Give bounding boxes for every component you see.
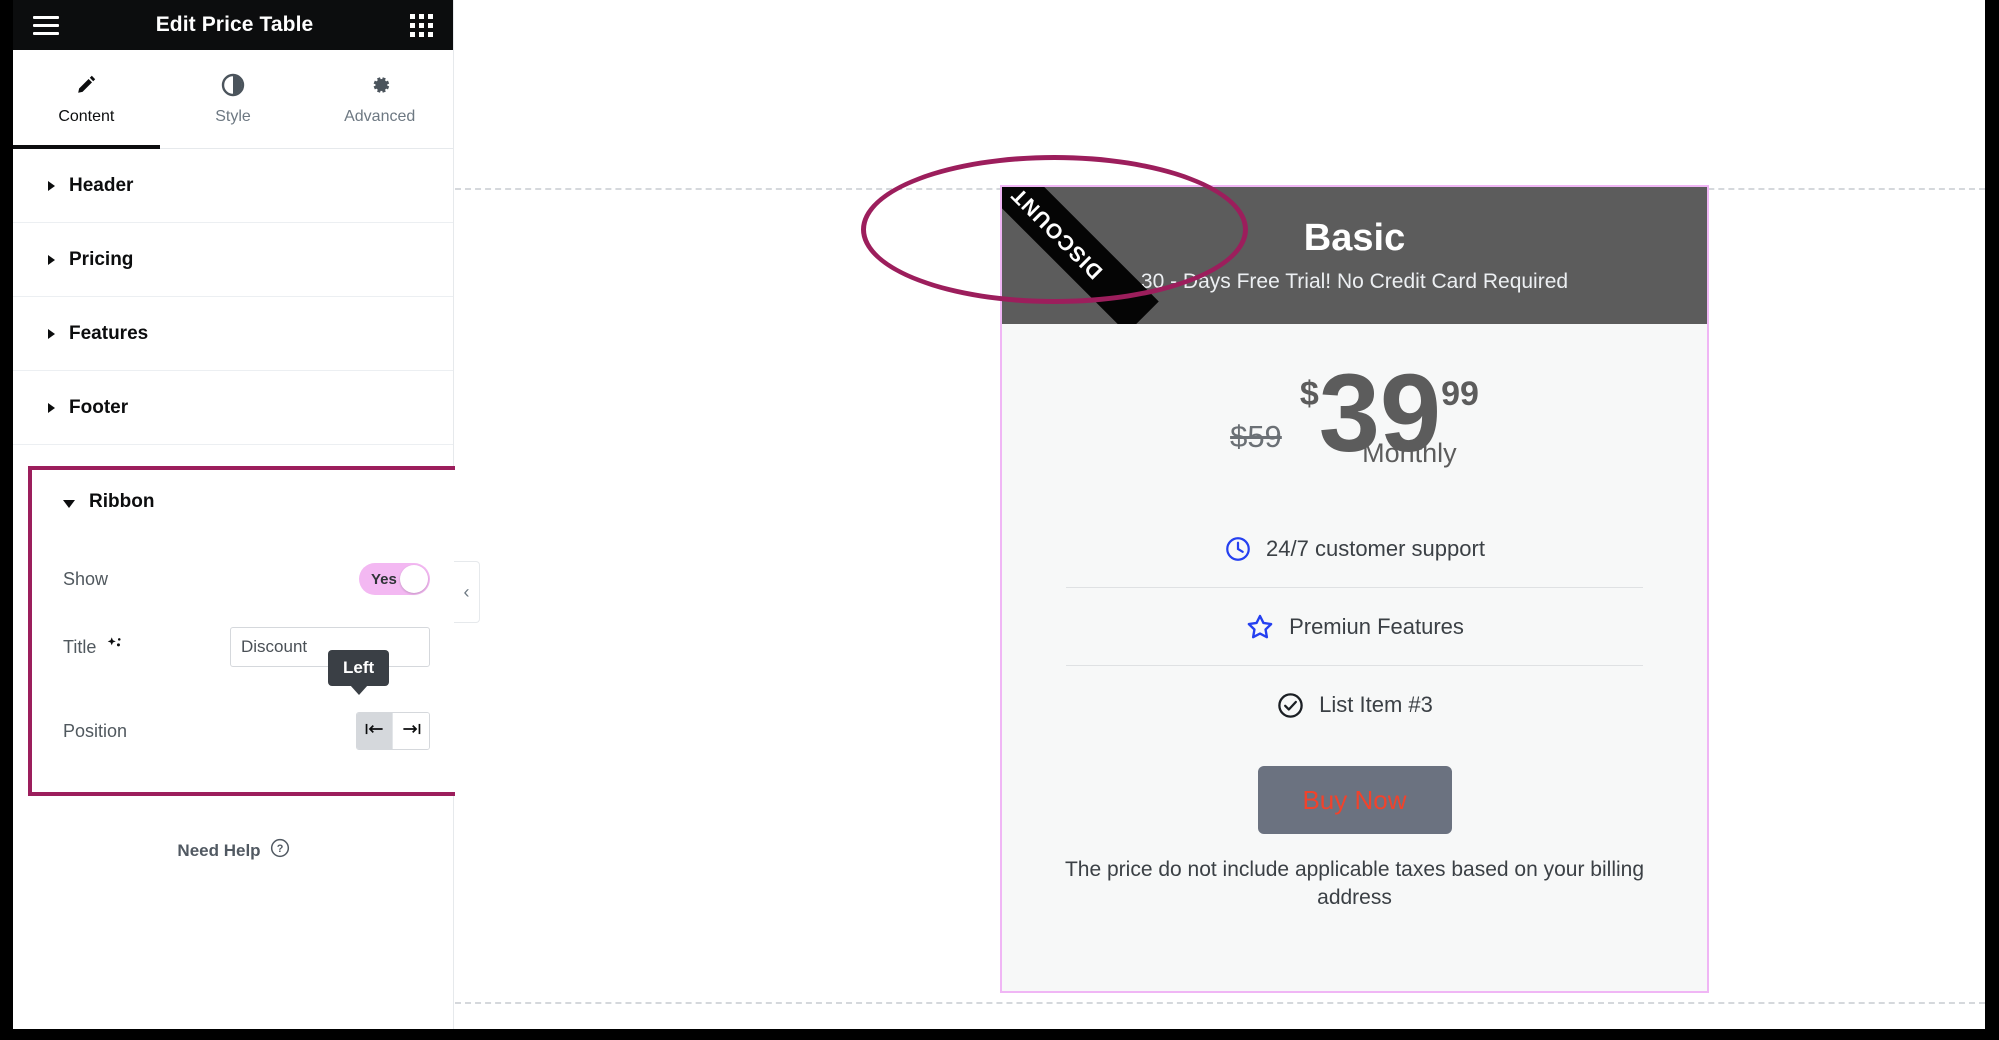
price-card-heading: Basic bbox=[1303, 217, 1406, 259]
buy-now-button[interactable]: Buy Now bbox=[1257, 766, 1452, 834]
price-card-header: DISCOUNT Basic 30 - Days Free Trial! No … bbox=[1002, 187, 1707, 324]
chevron-left-icon: ‹ bbox=[463, 581, 470, 602]
screen-frame: Edit Price Table Content Style Advanced … bbox=[0, 0, 1999, 1040]
gear-icon bbox=[368, 73, 392, 97]
editor-canvas: + + DISCOUNT Basic 30 - Days Free Trial!… bbox=[455, 0, 1985, 1029]
ribbon-title-label-text: Title bbox=[63, 636, 97, 657]
star-outline-icon bbox=[1245, 612, 1275, 642]
ribbon-show-value: Yes bbox=[371, 570, 397, 588]
section-pricing-label: Pricing bbox=[69, 248, 134, 270]
position-tooltip: Left bbox=[328, 650, 390, 686]
tab-advanced-label: Advanced bbox=[344, 107, 416, 125]
discount-ribbon: DISCOUNT bbox=[1002, 187, 1159, 324]
section-pricing[interactable]: Pricing bbox=[13, 223, 453, 297]
ribbon-show-row: Show Yes bbox=[32, 548, 461, 610]
section-guide-bottom bbox=[455, 1002, 1985, 1004]
cta-wrap: Buy Now bbox=[1002, 766, 1707, 834]
chevron-right-icon bbox=[48, 180, 55, 191]
price-period: Monthly bbox=[1362, 437, 1457, 468]
section-footer[interactable]: Footer bbox=[13, 371, 453, 445]
section-features-label: Features bbox=[69, 322, 149, 344]
ribbon-position-choices bbox=[356, 712, 430, 750]
tab-content-label: Content bbox=[58, 107, 115, 125]
question-circle-icon: ? bbox=[270, 838, 290, 863]
need-help-label: Need Help bbox=[177, 840, 261, 860]
clock-icon bbox=[1224, 535, 1252, 563]
toggle-knob bbox=[400, 565, 428, 593]
check-circle-icon bbox=[1276, 691, 1305, 720]
ribbon-position-row: Position bbox=[32, 700, 461, 762]
list-item: 24/7 customer support bbox=[1066, 510, 1643, 588]
need-help-link[interactable]: Need Help ? bbox=[13, 838, 454, 863]
tab-style-label: Style bbox=[215, 107, 251, 125]
price-card-footer-note: The price do not include applicable taxe… bbox=[1064, 858, 1645, 910]
price-block: $59 $ 39 99 Monthly bbox=[1002, 324, 1707, 504]
section-header[interactable]: Header bbox=[13, 149, 453, 223]
price-currency: $ bbox=[1299, 375, 1319, 414]
apps-grid-icon[interactable] bbox=[410, 13, 433, 37]
ribbon-show-toggle[interactable]: Yes bbox=[359, 563, 430, 595]
discount-ribbon-label: DISCOUNT bbox=[1007, 187, 1108, 284]
tab-style[interactable]: Style bbox=[160, 50, 307, 148]
position-left-button[interactable] bbox=[357, 713, 393, 749]
list-item-label: Premiun Features bbox=[1289, 613, 1464, 639]
panel-collapse-handle[interactable]: ‹ bbox=[454, 561, 480, 623]
hamburger-icon[interactable] bbox=[33, 11, 59, 40]
pencil-icon bbox=[74, 73, 98, 97]
feature-list: 24/7 customer support Premiun Features L… bbox=[1002, 510, 1707, 744]
ribbon-show-label: Show bbox=[63, 568, 109, 589]
tab-content[interactable]: Content bbox=[13, 50, 160, 149]
ai-sparkle-icon[interactable] bbox=[105, 635, 124, 659]
page-title: Edit Price Table bbox=[155, 13, 314, 36]
section-header-label: Header bbox=[69, 174, 134, 196]
align-right-icon bbox=[400, 721, 422, 742]
section-ribbon-label: Ribbon bbox=[89, 491, 155, 512]
align-left-icon bbox=[364, 721, 386, 742]
panel-header: Edit Price Table bbox=[13, 0, 453, 50]
svg-text:?: ? bbox=[276, 843, 283, 855]
contrast-circle-icon bbox=[221, 73, 245, 97]
list-item: List Item #3 bbox=[1066, 666, 1643, 744]
editor-viewport: Edit Price Table Content Style Advanced … bbox=[13, 0, 1985, 1029]
position-right-button[interactable] bbox=[393, 713, 429, 749]
section-footer-label: Footer bbox=[69, 396, 129, 418]
price-table-widget[interactable]: DISCOUNT Basic 30 - Days Free Trial! No … bbox=[1000, 185, 1709, 993]
section-features[interactable]: Features bbox=[13, 297, 453, 371]
price-card-subheading: 30 - Days Free Trial! No Credit Card Req… bbox=[1140, 270, 1569, 293]
tab-advanced[interactable]: Advanced bbox=[306, 50, 453, 148]
chevron-right-icon bbox=[48, 328, 55, 339]
ribbon-settings-block: Ribbon Show Yes Title Discount Position bbox=[28, 466, 465, 796]
price-fraction: 99 bbox=[1441, 375, 1479, 414]
ribbon-position-label: Position bbox=[63, 720, 128, 741]
panel-tabs: Content Style Advanced bbox=[13, 50, 453, 149]
chevron-right-icon bbox=[48, 402, 55, 413]
chevron-right-icon bbox=[48, 254, 55, 265]
ribbon-title-row: Title bbox=[32, 616, 461, 678]
list-item: Premiun Features bbox=[1066, 588, 1643, 666]
list-item-label: 24/7 customer support bbox=[1266, 535, 1485, 561]
original-price: $59 bbox=[1230, 418, 1282, 454]
section-ribbon[interactable]: Ribbon bbox=[32, 470, 461, 534]
chevron-down-icon bbox=[63, 499, 75, 508]
list-item-label: List Item #3 bbox=[1319, 692, 1433, 717]
ribbon-title-label: Title bbox=[63, 635, 230, 659]
